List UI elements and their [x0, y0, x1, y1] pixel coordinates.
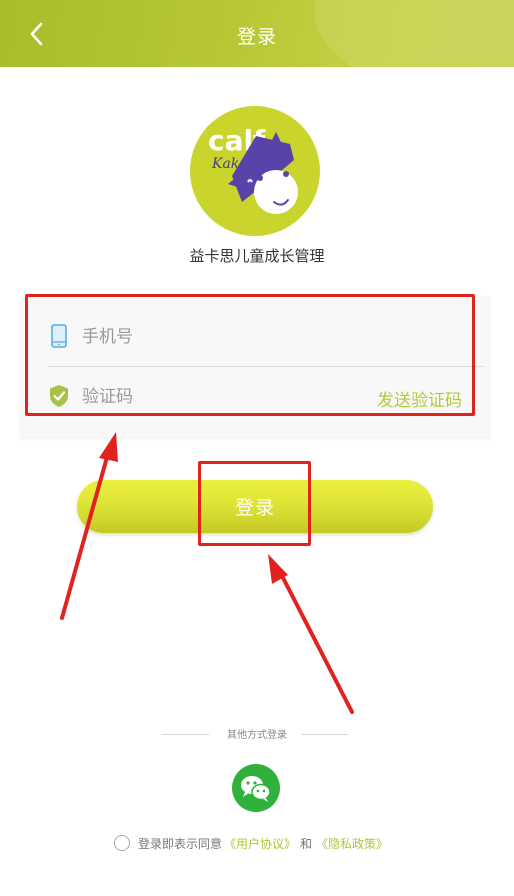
wechat-icon: [241, 776, 271, 802]
login-screen: 登录 calf Kaka 益卡思儿童成长管理 手机号 验证码 发送验证码 登录 …: [0, 0, 514, 896]
user-agreement-link[interactable]: 《用户协议》: [224, 835, 296, 852]
divider-line-right: [301, 734, 348, 735]
privacy-policy-link[interactable]: 《隐私政策》: [316, 835, 388, 852]
annotation-box-login: [198, 461, 311, 546]
annotation-box-form: [25, 294, 475, 416]
annotation-arrow-login: [268, 554, 354, 714]
app-logo: calf Kaka: [190, 106, 320, 236]
app-name: 益卡思儿童成长管理: [189, 247, 325, 265]
agreement-text: 登录即表示同意: [138, 836, 223, 851]
other-login-label: 其他方式登录: [227, 730, 287, 741]
page-title: 登录: [236, 26, 277, 48]
agreement-row: 登录即表示同意 《用户协议》 和 《隐私政策》: [114, 834, 390, 852]
wechat-login-button[interactable]: [232, 764, 280, 812]
agreement-and: 和: [300, 836, 313, 851]
top-bar: 登录: [0, 0, 514, 67]
agreement-checkbox[interactable]: [114, 835, 130, 851]
other-login-divider: 其他方式登录: [0, 726, 514, 742]
